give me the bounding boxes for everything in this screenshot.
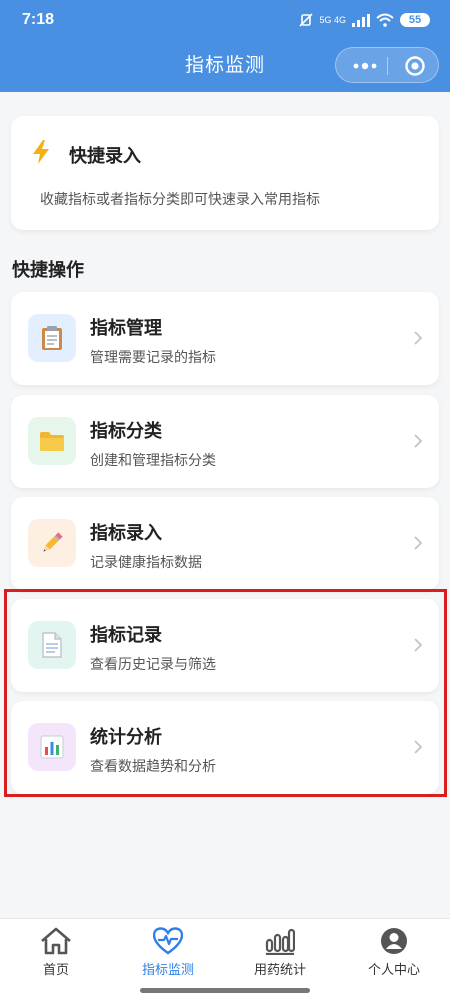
lightning-icon [33, 140, 49, 164]
more-button[interactable] [344, 48, 386, 84]
tab-icon-wrap [0, 927, 112, 955]
quick-entry-card[interactable]: 快捷录入 收藏指标或者指标分类即可快速录入常用指标 [11, 116, 439, 230]
bar-chart-icon [40, 735, 64, 759]
status-bar: 7:18 5G 4G 55 [0, 0, 450, 40]
action-card-statistics[interactable]: 统计分析 查看数据趋势和分析 [11, 701, 439, 794]
status-icons: 5G 4G 55 [299, 10, 430, 30]
capsule-divider [387, 57, 388, 75]
action-description: 查看数据趋势和分析 [90, 759, 216, 775]
network-label: 5G 4G [319, 15, 346, 25]
clipboard-icon [42, 326, 62, 350]
action-description: 创建和管理指标分类 [90, 453, 216, 469]
folder-icon [40, 432, 64, 451]
battery-icon: 55 [400, 13, 430, 27]
chevron-right-icon [414, 638, 423, 652]
tab-icon-wrap [224, 927, 336, 955]
chevron-right-icon [414, 331, 423, 345]
more-dots-icon [353, 62, 377, 70]
home-indicator [140, 988, 310, 993]
action-title: 指标分类 [90, 421, 162, 442]
pencil-icon [43, 532, 63, 552]
home-icon [41, 927, 71, 955]
screen: 7:18 5G 4G 55 指标监测 快捷录入 收藏指标或者指标分类即可快速录入… [0, 0, 450, 1000]
heart-pulse-icon [153, 927, 183, 955]
bar-stats-icon [265, 928, 295, 955]
action-icon-box [28, 519, 76, 567]
miniprogram-capsule [335, 47, 439, 83]
action-title: 指标管理 [90, 318, 162, 339]
chevron-right-icon [414, 434, 423, 448]
wifi-icon [376, 13, 394, 27]
tab-label: 用药统计 [253, 963, 306, 978]
tab-profile[interactable]: 个人中心 [338, 919, 450, 979]
action-card-indicator-category[interactable]: 指标分类 创建和管理指标分类 [11, 395, 439, 488]
tab-icon-wrap [112, 927, 224, 955]
document-icon [42, 632, 62, 658]
tab-icon-wrap [338, 927, 450, 955]
quick-entry-description: 收藏指标或者指标分类即可快速录入常用指标 [40, 192, 320, 208]
tab-indicator-monitoring[interactable]: 指标监测 [112, 919, 224, 979]
action-title: 指标录入 [90, 523, 162, 544]
tab-label: 首页 [42, 963, 69, 978]
tab-label: 个人中心 [367, 963, 420, 978]
action-icon-box [28, 621, 76, 669]
action-title: 指标记录 [90, 625, 162, 646]
action-card-indicator-records[interactable]: 指标记录 查看历史记录与筛选 [11, 599, 439, 692]
action-icon-box [28, 417, 76, 465]
action-icon-box [28, 723, 76, 771]
tab-home[interactable]: 首页 [0, 919, 112, 979]
signal-icon [352, 14, 370, 27]
target-close-icon [405, 56, 425, 76]
action-description: 查看历史记录与筛选 [90, 657, 216, 673]
tab-medication-stats[interactable]: 用药统计 [224, 919, 336, 979]
tab-label: 指标监测 [141, 963, 194, 978]
chevron-right-icon [414, 740, 423, 754]
section-title: 快捷操作 [12, 260, 84, 281]
action-card-indicator-management[interactable]: 指标管理 管理需要记录的指标 [11, 292, 439, 385]
action-title: 统计分析 [90, 727, 162, 748]
action-icon-box [28, 314, 76, 362]
action-description: 记录健康指标数据 [90, 555, 202, 571]
close-button[interactable] [396, 48, 434, 84]
chevron-right-icon [414, 536, 423, 550]
quick-entry-title: 快捷录入 [69, 146, 141, 167]
action-card-indicator-entry[interactable]: 指标录入 记录健康指标数据 [11, 497, 439, 590]
header: 7:18 5G 4G 55 指标监测 [0, 0, 450, 92]
vibrate-icon [299, 13, 314, 27]
user-icon [381, 928, 407, 954]
status-time: 7:18 [22, 11, 55, 28]
action-description: 管理需要记录的指标 [90, 350, 216, 366]
